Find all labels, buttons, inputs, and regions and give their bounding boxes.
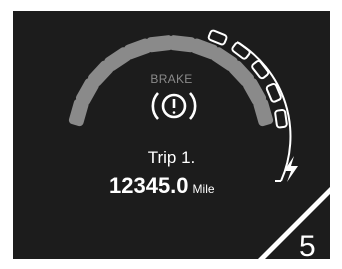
charge-segment (274, 108, 288, 129)
brake-warning-icon (151, 92, 197, 120)
display-frame: BRAKE Trip 1. 12345.0 Mile 5 (0, 0, 342, 269)
gauge-segment (253, 98, 274, 127)
page-number: 5 (299, 230, 316, 259)
gauge-graphics (68, 29, 330, 259)
distance-unit: Mile (192, 182, 215, 196)
page-corner-inner (265, 194, 330, 259)
charge-segment (207, 29, 228, 46)
trip-distance: 12345.0 (109, 173, 189, 198)
brake-label: BRAKE (150, 72, 193, 86)
instrument-screen: BRAKE Trip 1. 12345.0 Mile 5 (13, 11, 330, 259)
trip-odometer: 12345.0 Mile (109, 173, 215, 199)
trip-label: Trip 1. (147, 148, 196, 167)
